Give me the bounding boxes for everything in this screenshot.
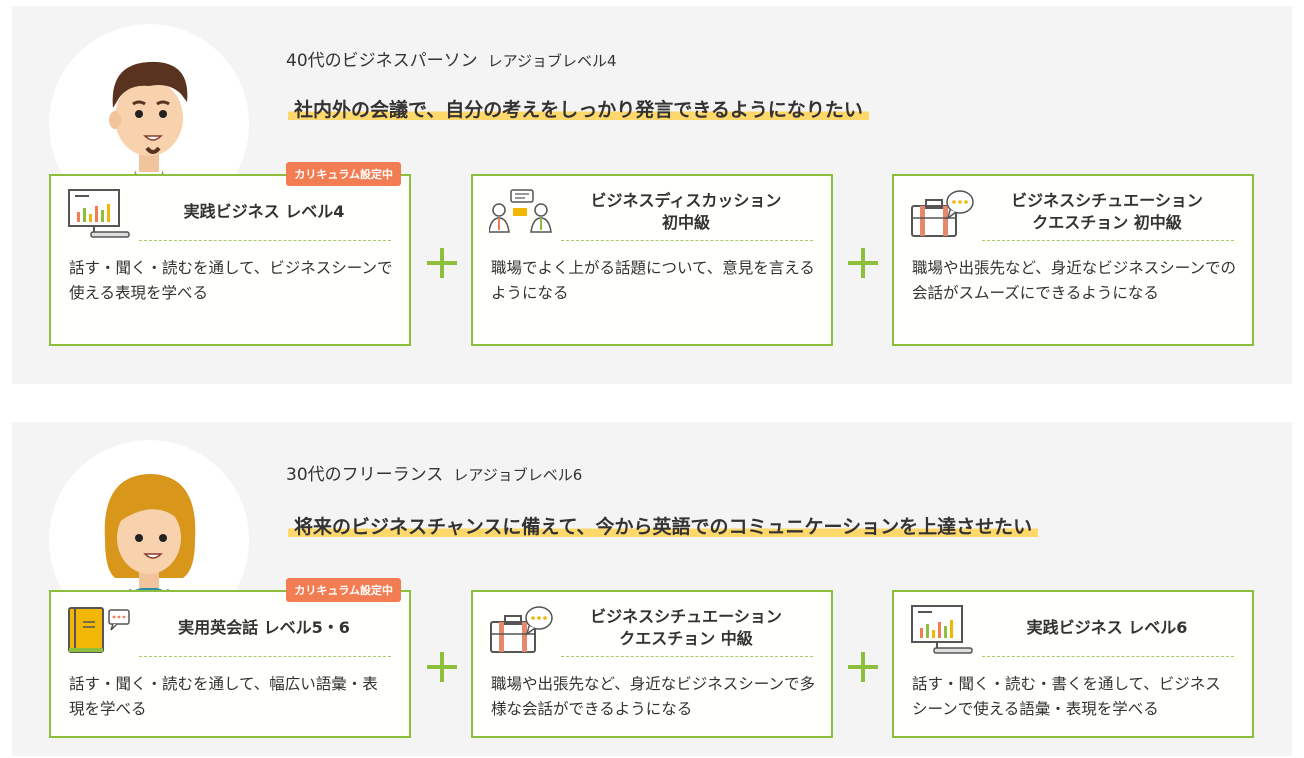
- persona-heading: 40代のビジネスパーソン レアジョブレベル4: [286, 46, 617, 71]
- course-title: ビジネスディスカッション 初中級: [590, 191, 782, 232]
- curriculum-badge: カリキュラム設定中: [286, 162, 401, 186]
- plus-icon: [848, 652, 878, 682]
- book-chat-icon: [67, 604, 131, 660]
- course-description: 職場や出張先など、身近なビジネスシーンで多様な会話ができるようになる: [491, 675, 815, 718]
- course-title: ビジネスシチュエーション クエスチョン 初中級: [1011, 191, 1203, 232]
- persona-section-1: 40代のビジネスパーソン レアジョブレベル4 社内外の会議で、自分の考えをしっかり…: [12, 6, 1292, 384]
- course-title: ビジネスシチュエーション クエスチョン 中級: [590, 607, 782, 648]
- discussion-people-icon: [488, 188, 553, 244]
- persona-level: レアジョブレベル4: [487, 52, 617, 70]
- title-divider: [982, 240, 1234, 241]
- course-card: カリキュラム設定中 実践ビジネス レベル4 話す・聞く・読むを通して、ビジネスシ…: [49, 162, 411, 346]
- plus-icon: [427, 248, 457, 278]
- persona-label: 30代のフリーランス: [286, 465, 444, 485]
- persona-label: 40代のビジネスパーソン: [286, 51, 478, 71]
- title-divider: [982, 656, 1234, 657]
- goal-statement: 社内外の会議で、自分の考えをしっかり発言できるようになりたい: [288, 95, 869, 122]
- plus-icon: [427, 652, 457, 682]
- title-divider: [139, 656, 391, 657]
- plus-icon: [848, 248, 878, 278]
- title-divider: [561, 240, 813, 241]
- persona-level: レアジョブレベル6: [453, 466, 583, 484]
- title-divider: [139, 240, 391, 241]
- course-description: 職場や出張先など、身近なビジネスシーンでの会話がスムーズにできるようになる: [912, 259, 1236, 302]
- course-description: 職場でよく上がる話題について、意見を言えるようになる: [491, 259, 815, 302]
- course-card: ビジネスシチュエーション クエスチョン 中級 職場や出張先など、身近なビジネスシ…: [471, 590, 833, 738]
- goal-statement: 将来のビジネスチャンスに備えて、今から英語でのコミュニケーションを上達させたい: [288, 512, 1039, 539]
- persona-heading: 30代のフリーランス レアジョブレベル6: [286, 460, 582, 485]
- course-card: カリキュラム設定中 実用英会話 レベル5・6 話す・聞く・読むを通して、幅広い語…: [49, 578, 411, 738]
- presentation-board-icon: [910, 604, 974, 660]
- briefcase-chat-icon: [910, 188, 974, 244]
- course-description: 話す・聞く・読むを通して、ビジネスシーンで使える表現を学べる: [69, 259, 393, 302]
- curriculum-badge: カリキュラム設定中: [286, 578, 401, 602]
- course-card: 実践ビジネス レベル6 話す・聞く・読む・書くを通して、ビジネスシーンで使える語…: [892, 590, 1254, 738]
- course-description: 話す・聞く・読む・書くを通して、ビジネスシーンで使える語彙・表現を学べる: [912, 675, 1221, 718]
- course-title: 実践ビジネス レベル6: [1026, 618, 1188, 638]
- title-divider: [561, 656, 813, 657]
- course-title: 実践ビジネス レベル4: [183, 202, 345, 222]
- course-card: ビジネスディスカッション 初中級 職場でよく上がる話題について、意見を言えるよう…: [471, 174, 833, 346]
- presentation-board-icon: [67, 188, 131, 244]
- course-description: 話す・聞く・読むを通して、幅広い語彙・表現を学べる: [69, 675, 378, 718]
- briefcase-chat-icon: [489, 604, 553, 660]
- persona-section-2: 30代のフリーランス レアジョブレベル6 将来のビジネスチャンスに備えて、今から英…: [12, 422, 1292, 756]
- course-card: ビジネスシチュエーション クエスチョン 初中級 職場や出張先など、身近なビジネス…: [892, 174, 1254, 346]
- course-title: 実用英会話 レベル5・6: [178, 618, 350, 638]
